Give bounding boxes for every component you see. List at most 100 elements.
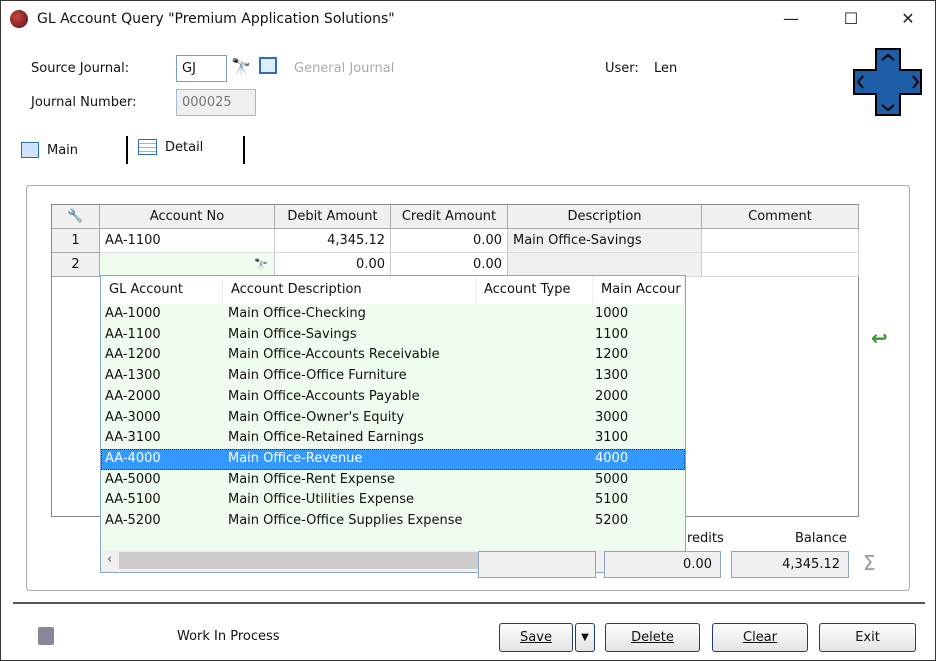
- lookup-main: 1200: [595, 347, 629, 363]
- tab-divider: [126, 136, 128, 164]
- lookup-account: AA-2000: [105, 388, 161, 404]
- lookup-account: AA-1000: [105, 306, 161, 321]
- table-icon: [138, 139, 157, 155]
- lookup-column-header[interactable]: Main Accour: [593, 276, 685, 304]
- lookup-description: Main Office-Owner's Equity: [228, 409, 405, 425]
- tab-main-label: Main: [47, 142, 79, 158]
- lookup-account: AA-5000: [105, 471, 161, 487]
- delete-button[interactable]: Delete: [605, 623, 700, 652]
- save-button[interactable]: Save: [499, 623, 573, 652]
- delete-label: Delete: [631, 630, 674, 645]
- wrench-icon[interactable]: 🔧: [52, 205, 100, 229]
- account-lookup-dropdown[interactable]: GL Account Account Description Account T…: [100, 275, 686, 573]
- lookup-row[interactable]: AA-3000 Main Office-Owner's Equity 3000: [101, 408, 685, 429]
- lookup-column-header[interactable]: GL Account: [101, 276, 223, 304]
- lookup-main: 5000: [595, 471, 629, 487]
- save-label: Save: [520, 630, 552, 645]
- lookup-row[interactable]: AA-1100 Main Office-Savings 1100: [101, 325, 685, 346]
- credit-cell[interactable]: 0.00: [391, 229, 508, 253]
- sum-icon[interactable]: Σ: [863, 551, 876, 575]
- lookup-row[interactable]: AA-4000 Main Office-Revenue 4000: [101, 448, 685, 470]
- lookup-account: AA-5200: [105, 513, 161, 528]
- journal-number-input[interactable]: 000025: [176, 89, 256, 116]
- column-header[interactable]: Comment: [702, 205, 859, 229]
- column-header[interactable]: Account No: [100, 205, 275, 229]
- lookup-description: Main Office-Checking: [228, 306, 366, 321]
- source-journal-label: Source Journal:: [31, 61, 130, 76]
- column-header[interactable]: Debit Amount: [275, 205, 391, 229]
- lookup-description: Main Office-Accounts Payable: [228, 388, 420, 404]
- tab-main[interactable]: Main: [21, 136, 78, 164]
- debit-cell[interactable]: 0.00: [275, 253, 391, 277]
- lookup-account: AA-5100: [105, 492, 161, 508]
- row-number[interactable]: 2: [52, 253, 100, 277]
- lookup-icon[interactable]: [259, 57, 277, 74]
- lookup-row[interactable]: AA-1300 Main Office-Office Furniture 1300: [101, 366, 685, 387]
- debits-total: [478, 551, 596, 578]
- lookup-column-header[interactable]: Account Description: [223, 276, 476, 304]
- lookup-description: Main Office-Utilities Expense: [228, 492, 415, 508]
- lookup-main: 5200: [595, 513, 629, 528]
- footer-divider: [13, 602, 925, 604]
- lookup-description: Main Office-Rent Expense: [228, 471, 395, 487]
- lookup-row[interactable]: AA-1000 Main Office-Checking 1000: [101, 304, 685, 325]
- lookup-row[interactable]: AA-2000 Main Office-Accounts Payable 2000: [101, 387, 685, 408]
- lookup-description: Main Office-Revenue: [228, 450, 363, 466]
- comment-cell[interactable]: [702, 229, 859, 253]
- printer-icon[interactable]: [38, 627, 54, 645]
- comment-cell[interactable]: [702, 253, 859, 277]
- maximize-button[interactable]: ☐: [837, 7, 865, 31]
- undo-icon[interactable]: ↩: [871, 326, 888, 350]
- navigation-cross-icon[interactable]: [853, 48, 923, 116]
- tab-detail-label: Detail: [165, 139, 204, 155]
- lookup-main: 1300: [595, 368, 629, 384]
- minimize-button[interactable]: —: [777, 7, 805, 31]
- binoculars-icon[interactable]: 🔭: [254, 253, 268, 276]
- horizontal-scrollbar[interactable]: ‹ ›: [101, 550, 685, 572]
- debit-cell[interactable]: 4,345.12: [275, 229, 391, 253]
- account-cell[interactable]: AA-1100: [100, 229, 275, 253]
- source-journal-description: General Journal: [294, 61, 395, 76]
- scroll-left-icon[interactable]: ‹: [107, 552, 112, 567]
- binoculars-icon[interactable]: 🔭: [231, 57, 251, 76]
- lookup-row[interactable]: AA-5100 Main Office-Utilities Expense 5100: [101, 490, 685, 511]
- lookup-main: 2000: [595, 388, 629, 404]
- clear-label: Clear: [743, 630, 777, 645]
- lookup-main: 3000: [595, 409, 629, 425]
- column-header[interactable]: Description: [508, 205, 702, 229]
- credits-total: 0.00: [604, 551, 721, 578]
- source-journal-input[interactable]: GJ: [176, 55, 227, 82]
- user-value: Len: [654, 61, 678, 76]
- lookup-main: 5100: [595, 492, 629, 508]
- lookup-description: Main Office-Savings: [228, 326, 357, 342]
- lookup-account: AA-3000: [105, 409, 161, 425]
- lookup-row[interactable]: AA-5000 Main Office-Rent Expense 5000: [101, 470, 685, 491]
- lookup-row[interactable]: AA-1200 Main Office-Accounts Receivable 12…: [101, 345, 685, 366]
- lookup-main: 1100: [595, 326, 629, 342]
- row-number[interactable]: 1: [52, 229, 100, 253]
- lookup-row[interactable]: AA-5200 Main Office-Office Supplies Expen…: [101, 511, 685, 532]
- close-button[interactable]: ✕: [894, 7, 922, 31]
- exit-label: Exit: [855, 630, 880, 645]
- lookup-row[interactable]: AA-3100 Main Office-Retained Earnings 3100: [101, 428, 685, 449]
- lookup-account: AA-1200: [105, 347, 161, 363]
- user-label: User:: [605, 61, 639, 76]
- journal-number-label: Journal Number:: [31, 95, 137, 110]
- credit-cell[interactable]: 0.00: [391, 253, 508, 277]
- column-header[interactable]: Credit Amount: [391, 205, 508, 229]
- tab-divider: [243, 136, 245, 164]
- account-cell[interactable]: 🔭: [100, 253, 275, 277]
- lookup-description: Main Office-Accounts Receivable: [228, 347, 440, 363]
- lookup-column-header[interactable]: Account Type: [476, 276, 593, 304]
- save-dropdown-button[interactable]: ▼: [575, 623, 595, 652]
- lookup-account: AA-1300: [105, 368, 161, 384]
- lookup-account: AA-3100: [105, 430, 161, 446]
- tab-detail[interactable]: Detail: [138, 133, 203, 161]
- scrollbar-thumb[interactable]: [119, 552, 515, 569]
- window-title: GL Account Query "Premium Application So…: [37, 11, 395, 27]
- exit-button[interactable]: Exit: [819, 623, 916, 652]
- credits-label: redits: [687, 531, 724, 546]
- status-text: Work In Process: [177, 629, 280, 644]
- lookup-description: Main Office-Retained Earnings: [228, 430, 424, 446]
- clear-button[interactable]: Clear: [712, 623, 808, 652]
